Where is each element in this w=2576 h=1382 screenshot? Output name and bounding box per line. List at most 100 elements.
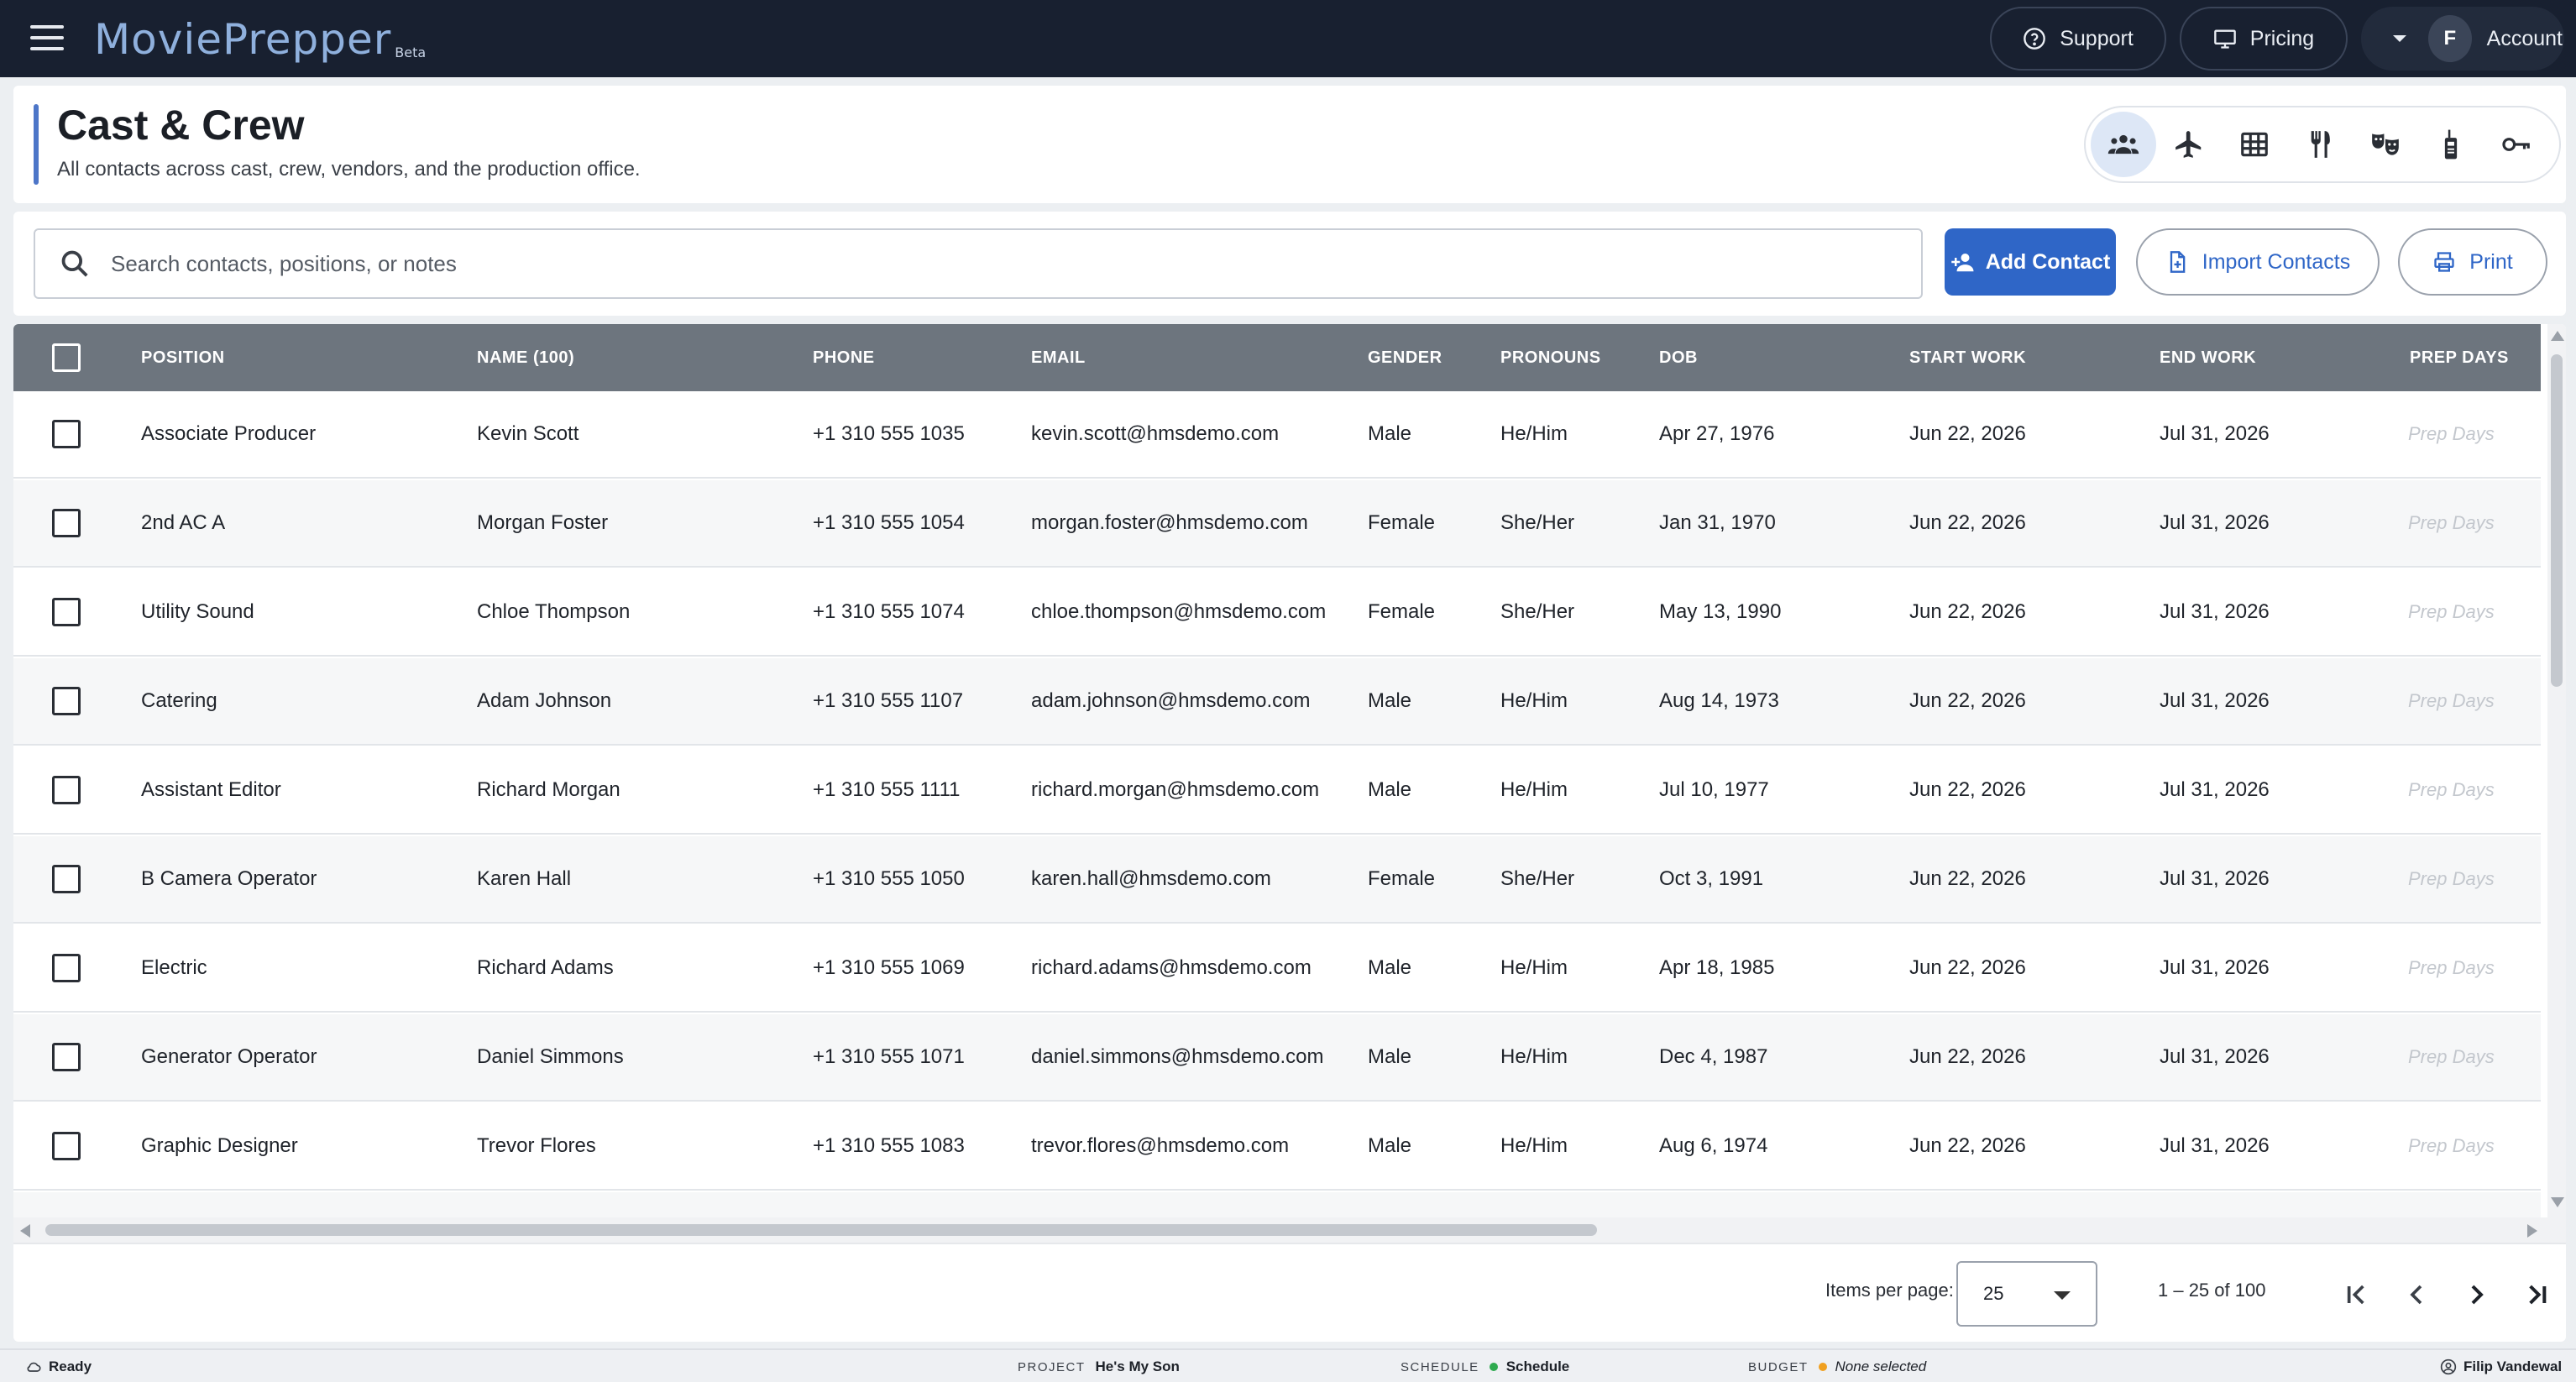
column-header-name[interactable]: NAME (100) [477,324,574,391]
table-row[interactable]: 2nd AC A Morgan Foster +1 310 555 1054 morg… [13,480,2541,568]
cell-prep-days[interactable]: Prep Days [2408,836,2495,922]
cell-email: patrick.turner@hmsdemo.com [1031,1192,1301,1217]
vertical-scrollbar[interactable] [2547,324,2566,1217]
cell-name: Daniel Simmons [477,1045,624,1068]
column-header-prep-days[interactable]: PREP DAYS [2410,324,2509,391]
cell-phone: +1 310 555 1069 [813,956,965,979]
status-budget[interactable]: BUDGET None selected [1748,1350,1926,1382]
table-row[interactable]: B Camera Operator Karen Hall +1 310 555 10… [13,836,2541,924]
catering-icon[interactable] [2287,112,2353,177]
cell-prep-days[interactable]: Prep Days [2408,658,2495,744]
table-row[interactable]: Catering Adam Johnson +1 310 555 1107 adam.… [13,658,2541,746]
table-row[interactable]: Associate Producer Kevin Scott +1 310 555 … [13,391,2541,479]
cell-gender: Male [1368,422,1412,445]
first-page-button[interactable] [2333,1271,2380,1318]
support-button[interactable]: Support [1990,7,2166,71]
table-row[interactable]: Assistant Editor Richard Morgan +1 310 555… [13,747,2541,835]
project-key: PROJECT [1018,1359,1086,1374]
column-header-phone[interactable]: PHONE [813,324,875,391]
last-page-button[interactable] [2514,1271,2561,1318]
row-checkbox[interactable] [52,598,81,626]
status-schedule[interactable]: SCHEDULE Schedule [1401,1350,1569,1382]
table-row[interactable]: Utility Sound Chloe Thompson +1 310 555 10… [13,569,2541,657]
cell-prep-days[interactable]: Prep Days [2408,747,2495,833]
cell-start-work: Jun 22, 2026 [1909,1192,2026,1217]
cell-prep-days[interactable]: Prep Days [2408,925,2495,1011]
project-value: He's My Son [1095,1358,1180,1374]
cell-prep-days[interactable]: Prep Days [2408,569,2495,655]
row-checkbox[interactable] [52,687,81,715]
view-switcher [2084,106,2561,183]
import-contacts-button[interactable]: Import Contacts [2136,228,2380,296]
next-page-button[interactable] [2453,1271,2500,1318]
key-icon[interactable] [2484,112,2549,177]
walkie-talkie-icon[interactable] [2418,112,2484,177]
cell-prep-days[interactable]: Prep Days [2408,1014,2495,1100]
row-checkbox[interactable] [52,954,81,982]
cell-phone: +1 310 555 1071 [813,1045,965,1068]
cell-prep-days[interactable]: Prep Days [2408,1103,2495,1189]
cell-pronouns: He/Him [1500,778,1568,801]
print-button[interactable]: Print [2398,228,2547,296]
cast-crew-icon[interactable] [2091,112,2156,177]
column-header-pronouns[interactable]: PRONOUNS [1500,324,1601,391]
scroll-right-icon[interactable] [2527,1224,2537,1238]
cell-start-work: Jun 22, 2026 [1909,1134,2026,1157]
cell-prep-days[interactable]: Prep Days [2408,391,2495,477]
row-checkbox[interactable] [52,1043,81,1071]
column-header-dob[interactable]: DOB [1659,324,1698,391]
status-user[interactable]: Filip Vandewal [2440,1350,2562,1382]
budget-value: None selected [1835,1358,1927,1374]
table-row[interactable]: Graphic Designer Trevor Flores +1 310 555 … [13,1103,2541,1191]
chevron-left-icon [2410,1285,2422,1305]
grid-icon[interactable] [2222,112,2287,177]
add-contact-button[interactable]: Add Contact [1945,228,2116,296]
column-header-end-work[interactable]: END WORK [2160,324,2256,391]
column-header-email[interactable]: EMAIL [1031,324,1086,391]
schedule-value: Schedule [1505,1358,1570,1374]
account-button[interactable]: F Account [2361,7,2564,71]
horizontal-scroll-thumb[interactable] [45,1224,1597,1236]
scroll-down-icon[interactable] [2551,1197,2564,1207]
row-checkbox[interactable] [52,865,81,893]
row-checkbox[interactable] [52,776,81,804]
horizontal-scrollbar[interactable] [13,1217,2566,1243]
vertical-scroll-thumb[interactable] [2551,354,2563,687]
scroll-left-icon[interactable] [20,1224,30,1238]
cell-gender: Male [1368,956,1412,979]
row-checkbox[interactable] [52,509,81,537]
cell-email: chloe.thompson@hmsdemo.com [1031,600,1327,623]
search-input[interactable] [111,250,1874,277]
scroll-up-icon[interactable] [2551,331,2564,341]
cell-end-work: Jul 31, 2026 [2160,778,2270,801]
monitor-icon [2213,29,2236,49]
column-header-gender[interactable]: GENDER [1368,324,1442,391]
travel-icon[interactable] [2156,112,2222,177]
budget-status-dot [1818,1363,1827,1371]
brand-logo[interactable]: MoviePrepper Beta [94,10,426,64]
column-header-position[interactable]: POSITION [141,324,225,391]
cell-prep-days[interactable]: Prep Days [2408,480,2495,566]
cell-phone: +1 310 555 1050 [813,867,965,890]
row-checkbox[interactable] [52,420,81,448]
table-row[interactable]: 1st AC A Patrick Turner +1 310 555 1052 pat… [13,1192,2541,1217]
search-box[interactable] [34,228,1923,299]
page-title: Cast & Crew [57,102,305,149]
select-all-checkbox[interactable] [52,343,81,372]
status-bar: Ready PROJECT He's My Son SCHEDULE Sched… [0,1348,2576,1382]
cell-position: Electric [141,956,207,979]
support-label: Support [2060,26,2134,50]
table-row[interactable]: Generator Operator Daniel Simmons +1 310 5… [13,1014,2541,1102]
table-row[interactable]: Electric Richard Adams +1 310 555 1069 rich… [13,925,2541,1013]
items-per-page-select[interactable]: 25 [1956,1261,2097,1327]
cell-email: trevor.flores@hmsdemo.com [1031,1134,1290,1157]
status-project[interactable]: PROJECT He's My Son [1018,1350,1180,1382]
column-header-start-work[interactable]: START WORK [1909,324,2026,391]
menu-icon[interactable] [30,25,64,52]
status-ready: Ready [25,1350,92,1382]
cell-prep-days[interactable]: Prep Days [2408,1192,2495,1217]
row-checkbox[interactable] [52,1132,81,1160]
theater-masks-icon[interactable] [2353,112,2418,177]
pricing-button[interactable]: Pricing [2180,7,2348,71]
previous-page-button[interactable] [2393,1271,2440,1318]
